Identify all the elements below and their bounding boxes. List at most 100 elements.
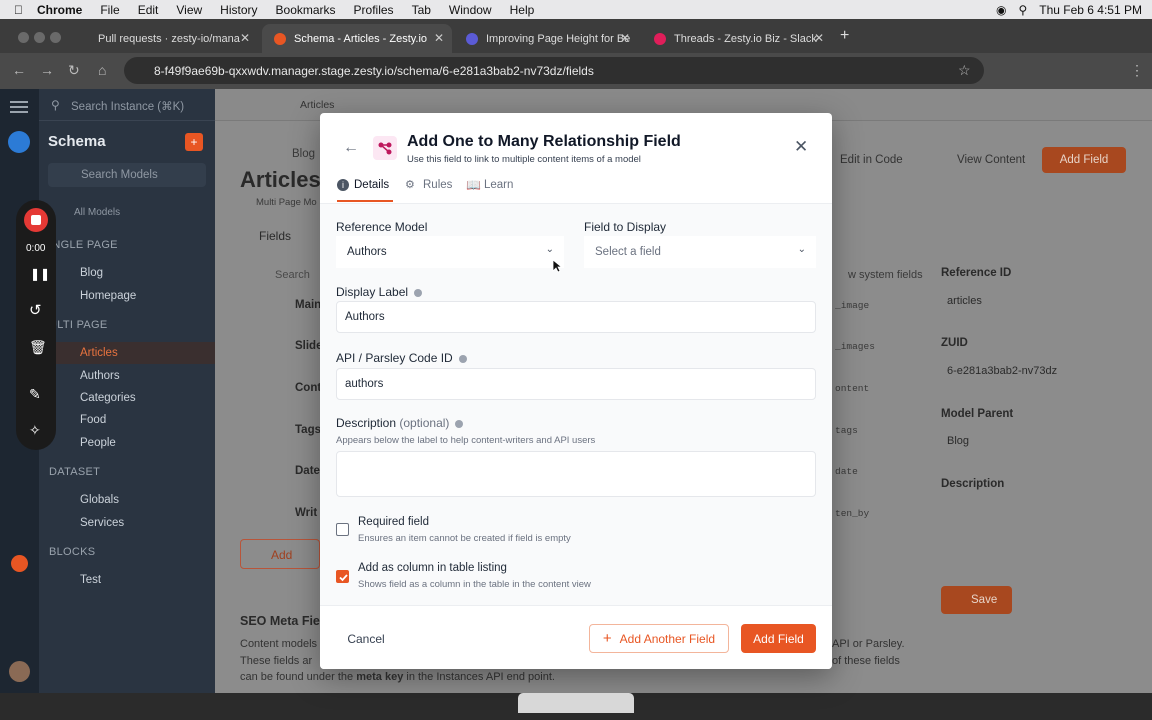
apple-icon[interactable]:  xyxy=(14,3,23,17)
sidebar-item-people[interactable]: People xyxy=(80,437,116,449)
menu-tab[interactable]: Tab xyxy=(412,3,431,17)
sidebar-item-authors[interactable]: Authors xyxy=(80,370,120,382)
tab-pull-requests[interactable]: Pull requests · zesty-io/mana ✕ xyxy=(86,24,258,53)
sidebar-item-food[interactable]: Food xyxy=(80,414,106,426)
breadcrumb-tab-articles[interactable]: Articles xyxy=(300,99,334,111)
sidebar-item-blog[interactable]: Blog xyxy=(80,267,103,279)
window-zoom-button[interactable] xyxy=(50,32,61,43)
field-row-label[interactable]: Main xyxy=(295,299,321,311)
search-instance-input[interactable]: Search Instance (⌘K) xyxy=(71,99,184,113)
address-bar[interactable]: 8-f49f9ae69b-qxxwdv.manager.stage.zesty.… xyxy=(124,57,984,84)
reference-model-select[interactable]: Authors ⌄ xyxy=(336,236,564,268)
menu-file[interactable]: File xyxy=(100,3,119,17)
window-minimize-button[interactable] xyxy=(34,32,45,43)
macos-menubar:  Chrome File Edit View History Bookmark… xyxy=(0,0,1152,19)
tab-fields[interactable]: Fields xyxy=(259,229,291,243)
section-multi-page[interactable]: ULTI PAGE xyxy=(49,319,108,331)
field-row-label[interactable]: Date xyxy=(295,465,320,477)
sidebar-item-test[interactable]: Test xyxy=(80,574,101,586)
section-single-page[interactable]: INGLE PAGE xyxy=(49,239,118,251)
all-models-link[interactable]: All Models xyxy=(74,207,120,218)
close-icon[interactable]: ✕ xyxy=(240,31,250,45)
search-icon[interactable]: ⚲ xyxy=(1018,3,1027,17)
edit-in-code-button[interactable]: Edit in Code xyxy=(840,154,903,166)
modal-title: Add One to Many Relationship Field xyxy=(407,133,681,150)
forward-arrow-icon[interactable]: → xyxy=(40,62,54,78)
sidebar-item-services[interactable]: Services xyxy=(80,517,124,529)
pen-icon[interactable]: ✎ xyxy=(29,386,41,403)
tab-improving-page-height[interactable]: Improving Page Height for Be ✕ xyxy=(454,24,638,53)
reload-icon[interactable]: ↻ xyxy=(68,62,80,79)
show-system-fields-toggle[interactable]: w system fields xyxy=(848,269,923,281)
zesty-logo-icon xyxy=(8,131,30,153)
sidebar-item-globals[interactable]: Globals xyxy=(80,494,119,506)
add-field-header-button[interactable]: Add Field xyxy=(1042,147,1126,173)
magic-wand-icon[interactable]: ✧ xyxy=(29,422,41,439)
description-textarea[interactable] xyxy=(336,451,816,497)
add-another-field-button[interactable]: + Add Another Field xyxy=(589,624,729,653)
tab-slack-threads[interactable]: Threads - Zesty.io Biz - Slack ✕ xyxy=(642,24,832,53)
hamburger-icon[interactable] xyxy=(10,101,28,103)
back-arrow-icon[interactable]: ← xyxy=(12,62,26,78)
restart-icon[interactable]: ↺ xyxy=(29,301,42,319)
model-parent-select[interactable]: Blog xyxy=(947,435,969,447)
close-icon[interactable]: ✕ xyxy=(620,31,630,45)
new-tab-button[interactable]: + xyxy=(840,27,849,45)
trash-icon[interactable]: 🗑 xyxy=(29,339,47,356)
chrome-menu-icon[interactable]: ⋮ xyxy=(1130,62,1144,79)
sidebar-item-categories[interactable]: Categories xyxy=(80,392,136,404)
stop-recording-button[interactable] xyxy=(24,208,48,232)
add-column-checkbox[interactable] xyxy=(336,570,349,583)
section-dataset[interactable]: DATASET xyxy=(49,466,100,478)
close-icon[interactable]: ✕ xyxy=(434,31,444,45)
section-blocks[interactable]: BLOCKS xyxy=(49,546,95,558)
field-row-label[interactable]: Slide xyxy=(295,340,322,352)
add-field-button[interactable]: Add Field xyxy=(741,624,816,653)
menu-history[interactable]: History xyxy=(220,3,257,17)
view-content-button[interactable]: View Content xyxy=(957,154,1025,166)
menu-app-chrome[interactable]: Chrome xyxy=(37,3,82,17)
reference-model-label: Reference Model xyxy=(336,220,428,234)
seo-text: can be found under the meta key in the I… xyxy=(240,671,555,683)
cancel-button[interactable]: Cancel xyxy=(338,624,394,653)
field-code: date xyxy=(835,466,858,477)
display-label-input[interactable]: Authors xyxy=(336,301,816,333)
tab-rules[interactable]: ⚙ Rules xyxy=(405,175,455,202)
home-icon[interactable]: ⌂ xyxy=(98,62,106,78)
wifi-icon[interactable]: ◉ xyxy=(996,3,1006,17)
menubar-clock[interactable]: Thu Feb 6 4:51 PM xyxy=(1039,3,1142,17)
search-models-input[interactable]: Search Models xyxy=(81,169,158,181)
field-row-label[interactable]: Cont xyxy=(295,382,321,394)
field-to-display-select[interactable]: Select a field ⌄ xyxy=(584,236,816,268)
bookmark-star-icon[interactable]: ☆ xyxy=(958,62,971,79)
save-button[interactable]: Save xyxy=(941,586,1012,614)
avatar[interactable] xyxy=(9,661,30,682)
select-placeholder: Select a field xyxy=(595,246,661,258)
sidebar-item-homepage[interactable]: Homepage xyxy=(80,290,136,302)
close-icon[interactable]: ✕ xyxy=(794,137,808,157)
menu-window[interactable]: Window xyxy=(449,3,492,17)
menu-edit[interactable]: Edit xyxy=(138,3,159,17)
sidebar-item-articles[interactable]: Articles xyxy=(80,347,118,359)
back-arrow-icon[interactable]: ← xyxy=(343,139,359,157)
menu-view[interactable]: View xyxy=(176,3,202,17)
required-checkbox[interactable] xyxy=(336,523,349,536)
seo-title: SEO Meta Fie xyxy=(240,614,320,628)
menu-help[interactable]: Help xyxy=(510,3,535,17)
tab-schema-articles[interactable]: Schema - Articles - Zesty.io ✕ xyxy=(262,24,452,53)
add-model-button[interactable]: + xyxy=(185,133,203,151)
api-id-input[interactable]: authors xyxy=(336,368,816,400)
tab-learn[interactable]: 📖 Learn xyxy=(466,175,518,202)
display-label-label: Display Label xyxy=(336,285,423,299)
pause-icon[interactable]: ❚❚ xyxy=(30,267,50,281)
add-field-inline-button[interactable]: Add xyxy=(271,548,292,562)
field-row-label[interactable]: Writ xyxy=(295,507,317,519)
breadcrumb-blog[interactable]: Blog xyxy=(292,148,315,160)
fields-search-input[interactable]: Search xyxy=(275,269,310,281)
menu-bookmarks[interactable]: Bookmarks xyxy=(276,3,336,17)
close-icon[interactable]: ✕ xyxy=(814,31,824,45)
tab-details[interactable]: i Details xyxy=(337,175,393,202)
window-close-button[interactable] xyxy=(18,32,29,43)
field-row-label[interactable]: Tags xyxy=(295,424,321,436)
menu-profiles[interactable]: Profiles xyxy=(354,3,394,17)
